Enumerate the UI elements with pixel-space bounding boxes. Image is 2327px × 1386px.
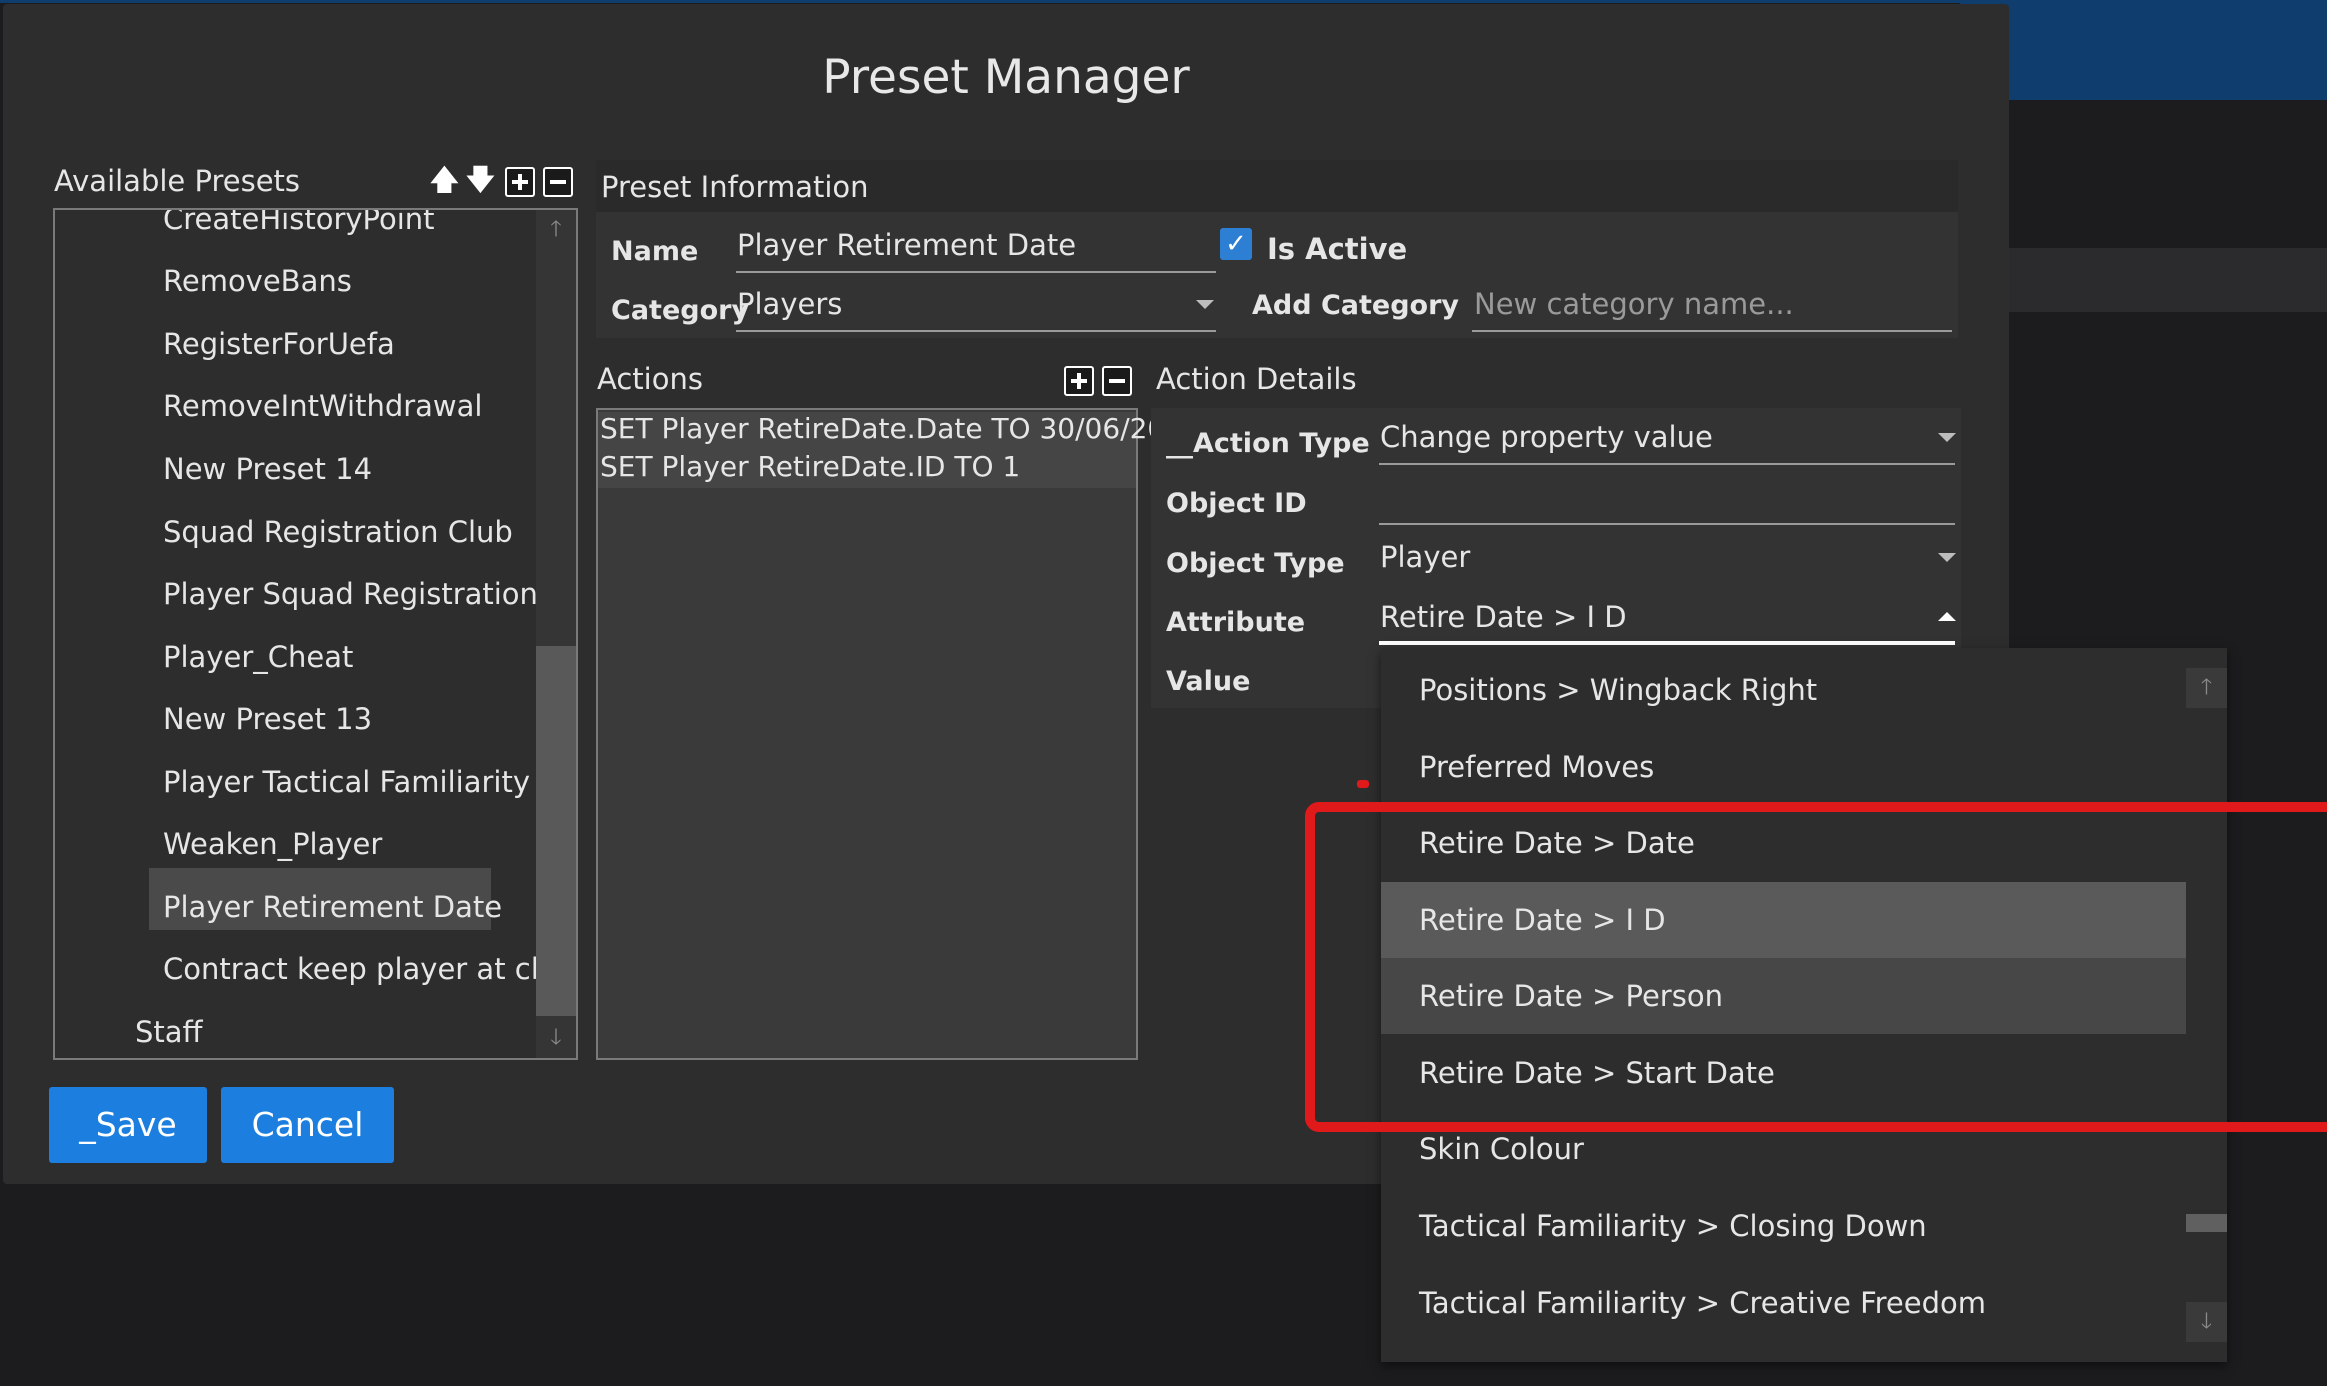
remove-action-icon[interactable]	[1102, 366, 1132, 396]
add-action-icon[interactable]	[1064, 366, 1094, 396]
preset-information-label: Preset Information	[601, 170, 869, 204]
scroll-down-icon[interactable]: 🡓	[2186, 1302, 2227, 1342]
background-window-titlebar	[1960, 0, 2327, 100]
dialog-title: Preset Manager	[822, 50, 1190, 105]
action-type-underline	[1379, 463, 1955, 465]
background-window-strip	[2000, 248, 2327, 312]
list-item[interactable]: New Preset 13	[163, 702, 372, 736]
object-type-label: Object Type	[1166, 548, 1345, 579]
list-item[interactable]: Player Tactical Familiarity	[163, 765, 530, 799]
action-type-select[interactable]: Change property value	[1380, 420, 1713, 454]
remove-preset-icon[interactable]	[543, 167, 573, 197]
list-item[interactable]: Player_Cheat	[163, 640, 353, 674]
value-label: Value	[1166, 666, 1251, 697]
presets-list[interactable]: CreateHistoryPoint RemoveBans RegisterFo…	[53, 208, 578, 1060]
name-input-underline	[736, 271, 1216, 273]
actions-label: Actions	[597, 362, 703, 396]
new-category-underline	[1472, 330, 1952, 332]
chevron-down-icon[interactable]	[1938, 553, 1956, 562]
scroll-down-icon[interactable]: 🡓	[536, 1018, 576, 1058]
save-button[interactable]: _Save	[49, 1087, 207, 1163]
list-item[interactable]: New Preset 14	[163, 452, 372, 486]
is-active-label: Is Active	[1267, 232, 1408, 266]
list-item-selected[interactable]: Player Retirement Date	[163, 890, 502, 924]
move-down-icon[interactable]: 🡇	[466, 166, 495, 194]
annotation-highlight-box	[1305, 802, 2327, 1132]
list-item[interactable]: Player Squad Registration	[163, 577, 538, 611]
attribute-label: Attribute	[1166, 607, 1306, 638]
list-item[interactable]: Squad Registration Club	[163, 515, 513, 549]
chevron-down-icon[interactable]	[1938, 433, 1956, 442]
list-item[interactable]: Contract keep player at club	[163, 952, 576, 986]
action-row[interactable]: SET Player RetireDate.ID TO 1	[598, 450, 1136, 488]
available-presets-label: Available Presets	[54, 164, 301, 198]
is-active-checkbox[interactable]: ✓	[1220, 228, 1252, 260]
scroll-up-icon[interactable]: 🡑	[536, 210, 576, 250]
list-item[interactable]: RemoveBans	[163, 264, 352, 298]
add-category-label: Add Category	[1252, 290, 1459, 321]
action-row[interactable]: SET Player RetireDate.Date TO 30/06/2023	[598, 412, 1201, 450]
action-details-label: Action Details	[1156, 362, 1357, 396]
object-id-underline	[1379, 523, 1955, 525]
chevron-down-icon[interactable]	[1196, 300, 1214, 309]
list-item[interactable]: CreateHistoryPoint	[163, 210, 435, 236]
action-type-label: __Action Type	[1166, 428, 1370, 459]
actions-list[interactable]: SET Player RetireDate.Date TO 30/06/2023…	[596, 408, 1201, 1060]
category-underline	[736, 330, 1216, 332]
list-group-staff[interactable]: Staff	[135, 1015, 203, 1049]
scroll-thumb[interactable]	[536, 646, 576, 1016]
object-id-label: Object ID	[1166, 488, 1307, 519]
object-type-select[interactable]: Player	[1380, 540, 1470, 574]
attribute-underline-active	[1379, 641, 1955, 645]
new-category-input[interactable]: New category name...	[1474, 287, 1794, 321]
attribute-select[interactable]: Retire Date > I D	[1380, 600, 1627, 634]
list-item[interactable]: Weaken_Player	[163, 827, 382, 861]
scroll-up-icon[interactable]: 🡑	[2186, 668, 2227, 708]
dropdown-item[interactable]: Tactical Familiarity > Closing Down	[1381, 1188, 2186, 1264]
name-label: Name	[611, 236, 699, 267]
chevron-up-icon[interactable]	[1938, 612, 1956, 621]
dropdown-item[interactable]: Tactical Familiarity > Creative Freedom	[1381, 1265, 2186, 1341]
add-preset-icon[interactable]	[505, 167, 535, 197]
annotation-pointer-mark	[1357, 780, 1369, 788]
presets-scrollbar[interactable]: 🡑 🡓	[536, 210, 576, 1058]
list-item[interactable]: RemoveIntWithdrawal	[163, 389, 482, 423]
category-label: Category	[611, 295, 750, 326]
list-item[interactable]: RegisterForUefa	[163, 327, 395, 361]
category-select[interactable]: Players	[737, 287, 842, 321]
dropdown-item[interactable]: Preferred Moves	[1381, 729, 2186, 805]
name-input[interactable]: Player Retirement Date	[737, 228, 1076, 262]
dropdown-scroll-thumb[interactable]	[2186, 1214, 2227, 1232]
dropdown-item[interactable]: Positions > Wingback Right	[1381, 652, 2186, 728]
move-up-icon[interactable]: 🡅	[430, 166, 459, 194]
cancel-button[interactable]: Cancel	[221, 1087, 394, 1163]
